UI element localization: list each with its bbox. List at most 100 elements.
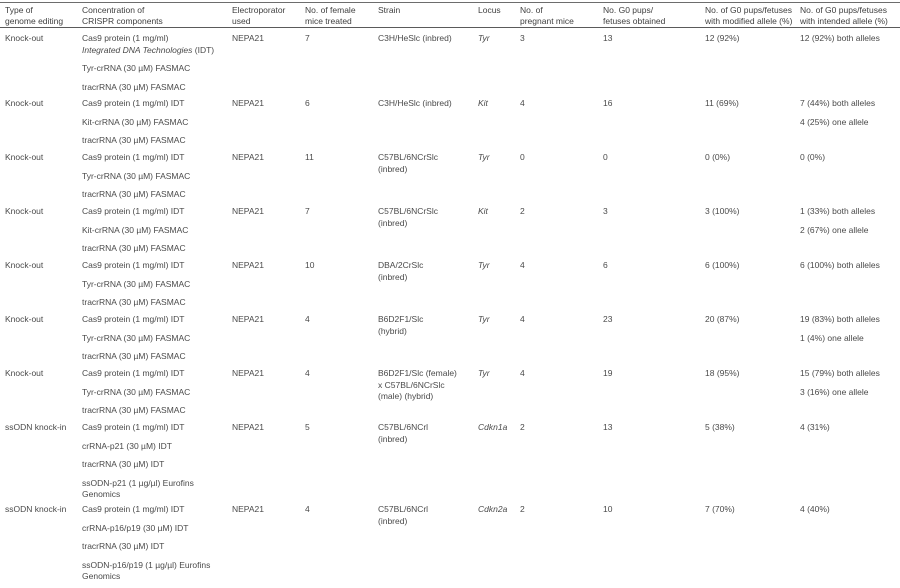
cell-locus: Tyr (478, 152, 490, 162)
column-header-females: No. of female mice treated (305, 5, 356, 26)
cell-intended-allele: 4 (31%) (800, 422, 900, 501)
cell-modified-allele: 5 (38%) (705, 422, 800, 501)
cell-locus: Kit (478, 206, 488, 216)
cell-females-treated: 7 (305, 33, 310, 43)
result-line: 6 (100%) (705, 260, 740, 270)
component-line: crRNA-p16/p19 (30 µM) IDT (82, 523, 226, 535)
result-line: 4 (25%) one allele (800, 116, 869, 127)
cell-type: ssODN knock-in (5, 422, 67, 432)
cell-locus: Cdkn2a (478, 504, 508, 514)
table-row: Knock-out Cas9 protein (1 mg/ml) IDT Tyr-c… (0, 368, 900, 417)
result-line: 1 (4%) one allele (800, 332, 864, 343)
cell-electroporator: NEPA21 (232, 422, 264, 432)
component-text: Cas9 protein (1 mg/ml) IDT (82, 504, 185, 514)
component-text: tracrRNA (30 µM) FASMAC (82, 135, 186, 145)
cell-pregnant-mice: 4 (520, 368, 525, 378)
column-header-electro: Electroporator used (232, 5, 286, 26)
cell-locus: Tyr (478, 33, 490, 43)
component-text: crRNA-p21 (30 µM) IDT (82, 440, 172, 451)
cell-intended-allele: 19 (83%) both alleles 1 (4%) one allele (800, 314, 900, 363)
table-row: ssODN knock-in Cas9 protein (1 mg/ml) IDT… (0, 504, 900, 583)
cell-components: Cas9 protein (1 mg/ml) IDT Tyr-crRNA (30 … (82, 314, 232, 363)
cell-locus: Tyr (478, 314, 490, 324)
result-line: 2 (67%) one allele (800, 224, 869, 235)
cell-type: Knock-out (5, 260, 44, 270)
data-table: Type of genome editing Concentration of C… (0, 0, 900, 588)
component-line: tracrRNA (30 µM) FASMAC (82, 189, 226, 201)
component-line: Cas9 protein (1 mg/ml) IDT (82, 152, 226, 164)
component-text: tracrRNA (30 µM) FASMAC (82, 243, 186, 253)
component-line: Tyr-crRNA (30 µM) FASMAC (82, 171, 226, 183)
cell-electroporator: NEPA21 (232, 152, 264, 162)
cell-components: Cas9 protein (1 mg/ml) IDT Tyr-crRNA (30 … (82, 368, 232, 417)
cell-strain: DBA/2CrSlc (inbred) (378, 260, 424, 282)
cell-pregnant-mice: 3 (520, 33, 525, 43)
cell-components: Cas9 protein (1 mg/ml) IDT Kit-crRNA (30 … (82, 206, 232, 255)
column-header-locus: Locus (478, 5, 501, 15)
result-line: 3 (100%) (705, 206, 740, 216)
cell-locus: Tyr (478, 368, 490, 378)
cell-pups-obtained: 23 (603, 314, 613, 324)
cell-intended-allele: 7 (44%) both alleles 4 (25%) one allele (800, 98, 900, 147)
component-text: tracrRNA (30 µM) FASMAC (82, 81, 186, 92)
table-row: Knock-out Cas9 protein (1 mg/ml) IDT Tyr-c… (0, 260, 900, 309)
cell-electroporator: NEPA21 (232, 260, 264, 270)
result-line: 4 (31%) (800, 422, 830, 432)
cell-intended-allele: 15 (79%) both alleles 3 (16%) one allele (800, 368, 900, 417)
cell-strain: B6D2F1/Slc (female) x C57BL/6NCrSlc (mal… (378, 368, 457, 401)
cell-type: Knock-out (5, 33, 44, 43)
component-text: ssODN-p16/p19 (1 µg/µl) Eurofins Genomic… (82, 559, 211, 582)
cell-type: Knock-out (5, 98, 44, 108)
component-text: Tyr-crRNA (30 µM) FASMAC (82, 278, 191, 289)
component-text: tracrRNA (30 µM) FASMAC (82, 405, 186, 415)
component-line: ssODN-p16/p19 (1 µg/µl) Eurofins Genomic… (82, 560, 226, 583)
cell-components: Cas9 protein (1 mg/ml) IDT Kit-crRNA (30 … (82, 98, 232, 147)
component-line: tracrRNA (30 µM) FASMAC (82, 297, 226, 309)
cell-pups-obtained: 10 (603, 504, 613, 514)
component-line: tracrRNA (30 µM) FASMAC (82, 243, 226, 255)
component-line: tracrRNA (30 µM) IDT (82, 459, 226, 471)
cell-modified-allele: 20 (87%) (705, 314, 800, 363)
column-header-modified: No. of G0 pups/fetuses with modified all… (705, 5, 793, 26)
component-line: tracrRNA (30 µM) FASMAC (82, 351, 226, 363)
column-header-intended: No. of G0 pups/fetuses with intended all… (800, 5, 888, 26)
cell-components: Cas9 protein (1 mg/ml) IDT Tyr-crRNA (30 … (82, 152, 232, 201)
component-line: Kit-crRNA (30 µM) FASMAC (82, 117, 226, 129)
result-line: 15 (79%) both alleles (800, 368, 880, 378)
cell-strain: C57BL/6NCrl (inbred) (378, 504, 429, 526)
cell-type: ssODN knock-in (5, 504, 67, 514)
component-text: Cas9 protein (1 mg/ml) (82, 33, 169, 43)
result-line: 20 (87%) (705, 314, 740, 324)
cell-females-treated: 11 (305, 152, 314, 162)
table-row: Knock-out Cas9 protein (1 mg/ml) IDT Tyr-c… (0, 314, 900, 363)
component-line: Cas9 protein (1 mg/ml) IDT (82, 368, 226, 380)
cell-pregnant-mice: 4 (520, 260, 525, 270)
component-line: Cas9 protein (1 mg/ml) IDT (82, 206, 226, 218)
result-line: 6 (100%) both alleles (800, 260, 880, 270)
cell-electroporator: NEPA21 (232, 504, 264, 514)
cell-pups-obtained: 6 (603, 260, 608, 270)
cell-strain: C57BL/6NCrl (inbred) (378, 422, 429, 444)
result-line: 19 (83%) both alleles (800, 314, 880, 324)
cell-intended-allele: 4 (40%) (800, 504, 900, 583)
cell-females-treated: 4 (305, 314, 310, 324)
component-line: Cas9 protein (1 mg/ml) Integrated DNA Tec… (82, 33, 226, 56)
cell-modified-allele: 11 (69%) (705, 98, 800, 147)
cell-components: Cas9 protein (1 mg/ml) Integrated DNA Tec… (82, 33, 232, 93)
component-line: tracrRNA (30 µM) FASMAC (82, 135, 226, 147)
cell-females-treated: 6 (305, 98, 310, 108)
cell-electroporator: NEPA21 (232, 206, 264, 216)
cell-females-treated: 10 (305, 260, 315, 270)
cell-components: Cas9 protein (1 mg/ml) IDT crRNA-p21 (30 … (82, 422, 232, 501)
cell-type: Knock-out (5, 368, 44, 378)
column-header-type: Type of genome editing (5, 5, 64, 26)
component-text: Tyr-crRNA (30 µM) FASMAC (82, 332, 191, 343)
component-line: ssODN-p21 (1 µg/µl) Eurofins Genomics (82, 478, 226, 501)
result-line: 11 (69%) (705, 98, 739, 108)
component-text: Cas9 protein (1 mg/ml) IDT (82, 422, 185, 432)
table-row: ssODN knock-in Cas9 protein (1 mg/ml) IDT… (0, 422, 900, 501)
component-text: tracrRNA (30 µM) IDT (82, 459, 165, 469)
cell-pups-obtained: 0 (603, 152, 608, 162)
cell-electroporator: NEPA21 (232, 368, 264, 378)
cell-pregnant-mice: 2 (520, 422, 525, 432)
